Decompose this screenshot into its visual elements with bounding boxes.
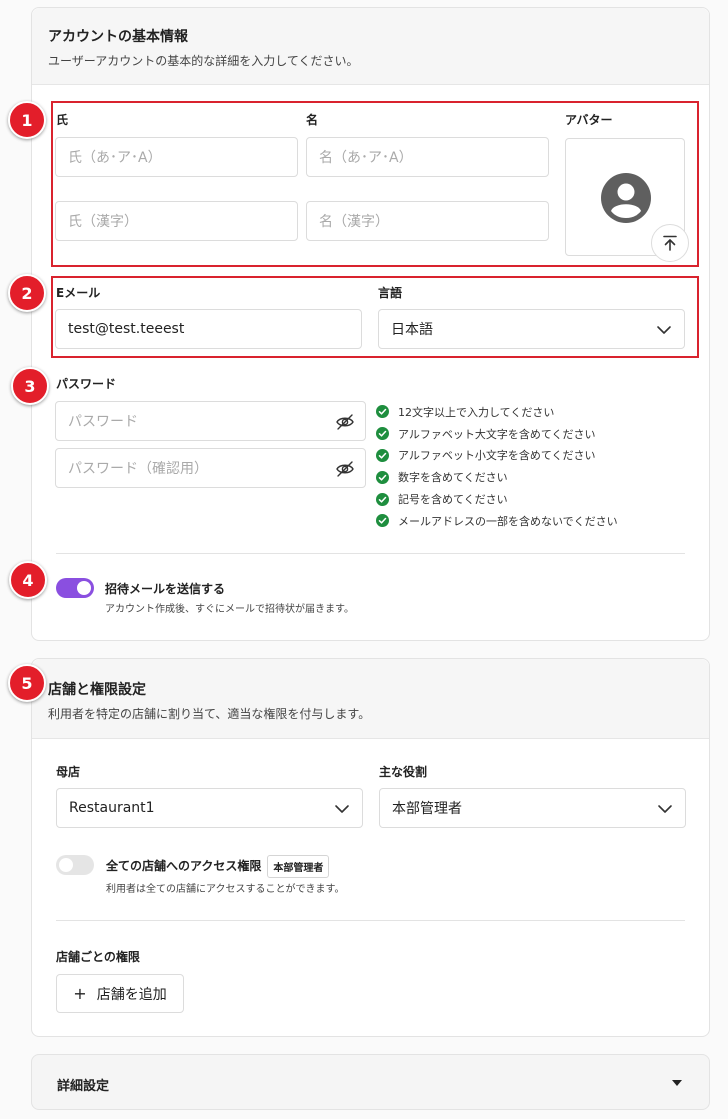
password-rule: 記号を含めてください [376, 488, 618, 510]
account-basic-title: アカウントの基本情報 [48, 29, 188, 45]
store-permission-desc: 利用者を特定の店舗に割り当て、適当な権限を付与します。 [48, 707, 371, 721]
password-rules-list: 12文字以上で入力してください アルファベット大文字を含めてください アルファベ… [376, 401, 618, 532]
password-input[interactable]: パスワード [55, 401, 366, 441]
main-role-label: 主な役割 [379, 765, 428, 779]
parent-store-value: Restaurant1 [69, 800, 155, 816]
invite-title: 招待メールを送信する [105, 582, 226, 596]
password-confirm-placeholder: パスワード（確認用） [68, 461, 208, 477]
password-rule: メールアドレスの一部を含めないでください [376, 510, 618, 532]
store-permission-header: 店舗と権限設定 利用者を特定の店舗に割り当て、適当な権限を付与します。 [32, 659, 709, 739]
all-store-access-toggle[interactable] [56, 855, 94, 875]
password-rule-text: メールアドレスの一部を含めないでください [398, 514, 618, 528]
account-basic-desc: ユーザーアカウントの基本的な詳細を入力してください。 [48, 54, 359, 68]
password-confirm-input[interactable]: パスワード（確認用） [55, 448, 366, 488]
password-rule-text: 数字を含めてください [398, 471, 508, 485]
check-circle-icon [376, 514, 389, 528]
step-marker: 1 [8, 101, 46, 139]
chevron-down-icon [658, 805, 672, 813]
parent-store-label: 母店 [56, 765, 81, 779]
check-circle-icon [376, 427, 389, 441]
password-placeholder: パスワード [68, 414, 138, 430]
password-rule-text: 12文字以上で入力してください [398, 405, 555, 419]
section-divider [56, 553, 685, 554]
all-store-access-title: 全ての店舗へのアクセス権限 [106, 859, 262, 873]
step-marker: 3 [11, 367, 49, 405]
check-circle-icon [376, 448, 389, 462]
section-divider [56, 920, 685, 921]
store-permission-title: 店舗と権限設定 [48, 682, 146, 698]
per-store-permission-label: 店舗ごとの権限 [56, 950, 140, 964]
annotation-box-name-avatar [51, 101, 699, 267]
advanced-settings-accordion[interactable]: 詳細設定 [31, 1054, 710, 1110]
chevron-down-icon [335, 805, 349, 813]
password-rule: アルファベット大文字を含めてください [376, 423, 618, 445]
check-circle-icon [376, 492, 389, 506]
add-store-label: 店舗を追加 [96, 986, 167, 1003]
account-basic-header: アカウントの基本情報 ユーザーアカウントの基本的な詳細を入力してください。 [32, 8, 709, 85]
role-badge: 本部管理者 [267, 855, 330, 878]
password-rule: アルファベット小文字を含めてください [376, 445, 618, 467]
check-circle-icon [376, 405, 389, 419]
main-role-value: 本部管理者 [392, 801, 462, 817]
all-store-access-desc: 利用者は全ての店舗にアクセスすることができます。 [106, 884, 345, 895]
plus-icon: + [73, 984, 87, 1003]
invite-toggle[interactable] [56, 578, 94, 598]
password-rule: 12文字以上で入力してください [376, 401, 618, 423]
password-rule-text: 記号を含めてください [398, 493, 508, 507]
add-store-button[interactable]: + 店舗を追加 [56, 974, 184, 1013]
password-rule: 数字を含めてください [376, 466, 618, 488]
password-rule-text: アルファベット小文字を含めてください [398, 449, 596, 463]
eye-off-icon[interactable] [335, 412, 355, 432]
all-store-access-row: 全ての店舗へのアクセス権限 本部管理者 [106, 855, 330, 878]
parent-store-select[interactable]: Restaurant1 [56, 788, 363, 828]
step-marker: 5 [8, 664, 46, 702]
annotation-box-email-language [51, 276, 699, 358]
invite-desc: アカウント作成後、すぐにメールで招待状が届きます。 [105, 604, 354, 615]
eye-off-icon[interactable] [335, 459, 355, 479]
main-role-select[interactable]: 本部管理者 [379, 788, 686, 828]
advanced-settings-title: 詳細設定 [57, 1079, 110, 1094]
password-label: パスワード [56, 377, 117, 391]
password-rule-text: アルファベット大文字を含めてください [398, 427, 596, 441]
step-marker: 2 [8, 274, 46, 312]
step-marker: 4 [9, 561, 47, 599]
check-circle-icon [376, 470, 389, 484]
caret-down-icon [672, 1080, 682, 1086]
